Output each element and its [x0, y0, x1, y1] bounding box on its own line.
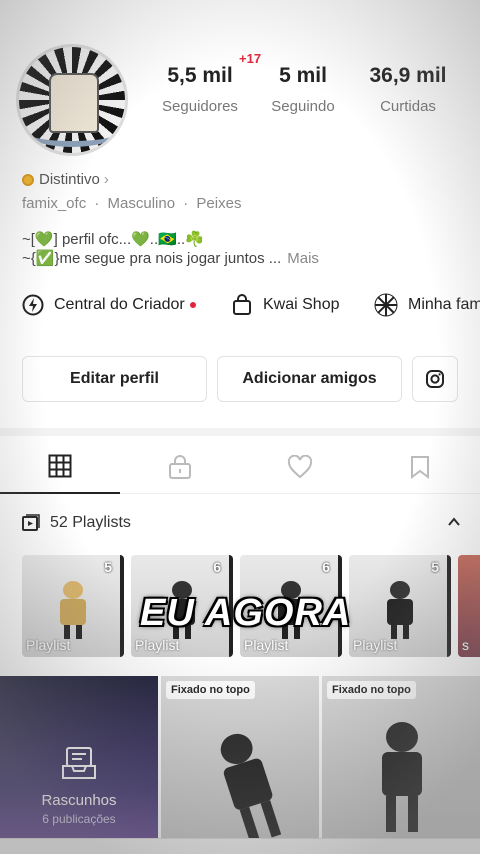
bottom-navigation-bar[interactable] — [0, 838, 480, 854]
family-avatar-icon — [374, 293, 398, 317]
stat-likes[interactable]: 36,9 mil Curtidas — [358, 64, 458, 115]
quicklinks-row: Central do Criador Kwai Shop Minha fam — [0, 288, 480, 322]
followers-label: Seguidores — [162, 98, 238, 115]
playlists-header[interactable]: 52 Playlists — [22, 512, 462, 534]
playlist-label: Playlist — [244, 637, 289, 653]
bio-line-1: ~[💚] perfil ofc...💚..🇧🇷..☘️ — [22, 231, 204, 248]
playlist-label: s — [462, 637, 469, 653]
pinned-post[interactable]: Fixado no topo — [161, 676, 319, 838]
tab-liked[interactable] — [240, 440, 360, 494]
avatar-wreath — [29, 121, 115, 147]
edit-profile-button[interactable]: Editar perfil — [22, 356, 207, 402]
chevron-up-icon[interactable] — [446, 514, 462, 530]
drafts-title: Rascunhos — [41, 792, 117, 809]
grid-icon — [48, 454, 72, 478]
likes-value: 36,9 mil — [369, 64, 447, 87]
posts-grid: Rascunhos 6 publicações Fixado no topo F… — [0, 676, 480, 838]
profile-header: +17 5,5 mil Seguidores 5 mil Seguindo 36… — [0, 0, 480, 170]
lightning-icon — [22, 294, 44, 316]
pinned-post[interactable]: Fixado no topo — [322, 676, 480, 838]
bookmark-icon — [411, 456, 429, 479]
playlist-label: Playlist — [353, 637, 398, 653]
distintivo-link[interactable]: Distintivo › — [22, 171, 109, 188]
instagram-icon — [426, 370, 444, 388]
creator-center-link[interactable]: Central do Criador — [22, 288, 196, 322]
kwai-shop-link[interactable]: Kwai Shop — [231, 288, 340, 322]
shopping-bag-icon — [233, 294, 251, 315]
notification-dot — [189, 302, 196, 308]
playlist-count: 6 — [322, 559, 330, 575]
stat-following[interactable]: 5 mil Seguindo — [262, 64, 344, 115]
badge-icon — [22, 173, 34, 186]
chevron-right-icon: › — [103, 171, 109, 188]
tab-private[interactable] — [120, 440, 240, 494]
creator-center-label: Central do Criador — [54, 296, 185, 313]
instagram-button[interactable] — [412, 356, 458, 402]
bio-more-link[interactable]: Mais — [287, 250, 319, 267]
drafts-subtitle: 6 publicações — [42, 812, 116, 826]
post-thumbnail-figure — [372, 722, 432, 832]
content-tabs — [0, 440, 480, 494]
playlist-icon — [22, 514, 40, 531]
playlist-label: Playlist — [135, 637, 180, 653]
bio-line-2: ~{✅}me segue pra nois jogar juntos ... — [22, 250, 282, 267]
lock-icon — [169, 455, 191, 479]
stat-followers[interactable]: 5,5 mil Seguidores — [150, 64, 250, 115]
zodiac-sign: Peixes — [196, 195, 242, 212]
family-label: Minha fam — [408, 296, 480, 313]
playlist-count: 5 — [104, 559, 112, 575]
playlist-count: 5 — [431, 559, 439, 575]
following-label: Seguindo — [271, 98, 335, 115]
post-thumbnail-figure — [203, 725, 294, 838]
playlists-count: 52 Playlists — [50, 514, 131, 531]
meta-separator: · — [94, 195, 100, 212]
playlist-card[interactable]: 5 Playlist — [22, 555, 124, 657]
distintivo-label: Distintivo — [39, 171, 100, 188]
meta-separator: · — [183, 195, 189, 212]
stats-row: 5,5 mil Seguidores 5 mil Seguindo 36,9 m… — [150, 64, 480, 124]
section-divider — [0, 428, 480, 436]
avatar[interactable] — [16, 44, 128, 156]
video-caption-overlay: EU AGORA — [140, 592, 352, 634]
family-link[interactable]: Minha fam — [374, 288, 480, 322]
playlist-thumbnail-figure — [383, 581, 417, 639]
username: famix_ofc — [22, 195, 87, 212]
bio: ~[💚] perfil ofc...💚..🇧🇷..☘️ ~{✅}me segue… — [22, 230, 462, 268]
playlist-card[interactable]: 5 Playlist — [349, 555, 451, 657]
followers-value: 5,5 mil — [167, 64, 233, 87]
tab-saved[interactable] — [360, 440, 480, 494]
playlist-count: 6 — [213, 559, 221, 575]
pinned-label: Fixado no topo — [166, 681, 255, 699]
gender: Masculino — [107, 195, 176, 212]
heart-icon — [287, 455, 313, 479]
add-friends-button[interactable]: Adicionar amigos — [217, 356, 402, 402]
profile-meta: famix_ofc · Masculino · Peixes — [22, 195, 245, 212]
pinned-label: Fixado no topo — [327, 681, 416, 699]
playlist-card[interactable]: s — [458, 555, 480, 657]
likes-label: Curtidas — [380, 98, 436, 115]
tab-posts-grid[interactable] — [0, 440, 120, 494]
following-value: 5 mil — [279, 64, 327, 87]
drafts-cell[interactable]: Rascunhos 6 publicações — [0, 676, 158, 838]
kwai-shop-label: Kwai Shop — [263, 296, 340, 313]
playlist-thumbnail-figure — [56, 581, 90, 639]
playlist-label: Playlist — [26, 637, 71, 653]
inbox-tray-icon — [62, 747, 96, 779]
